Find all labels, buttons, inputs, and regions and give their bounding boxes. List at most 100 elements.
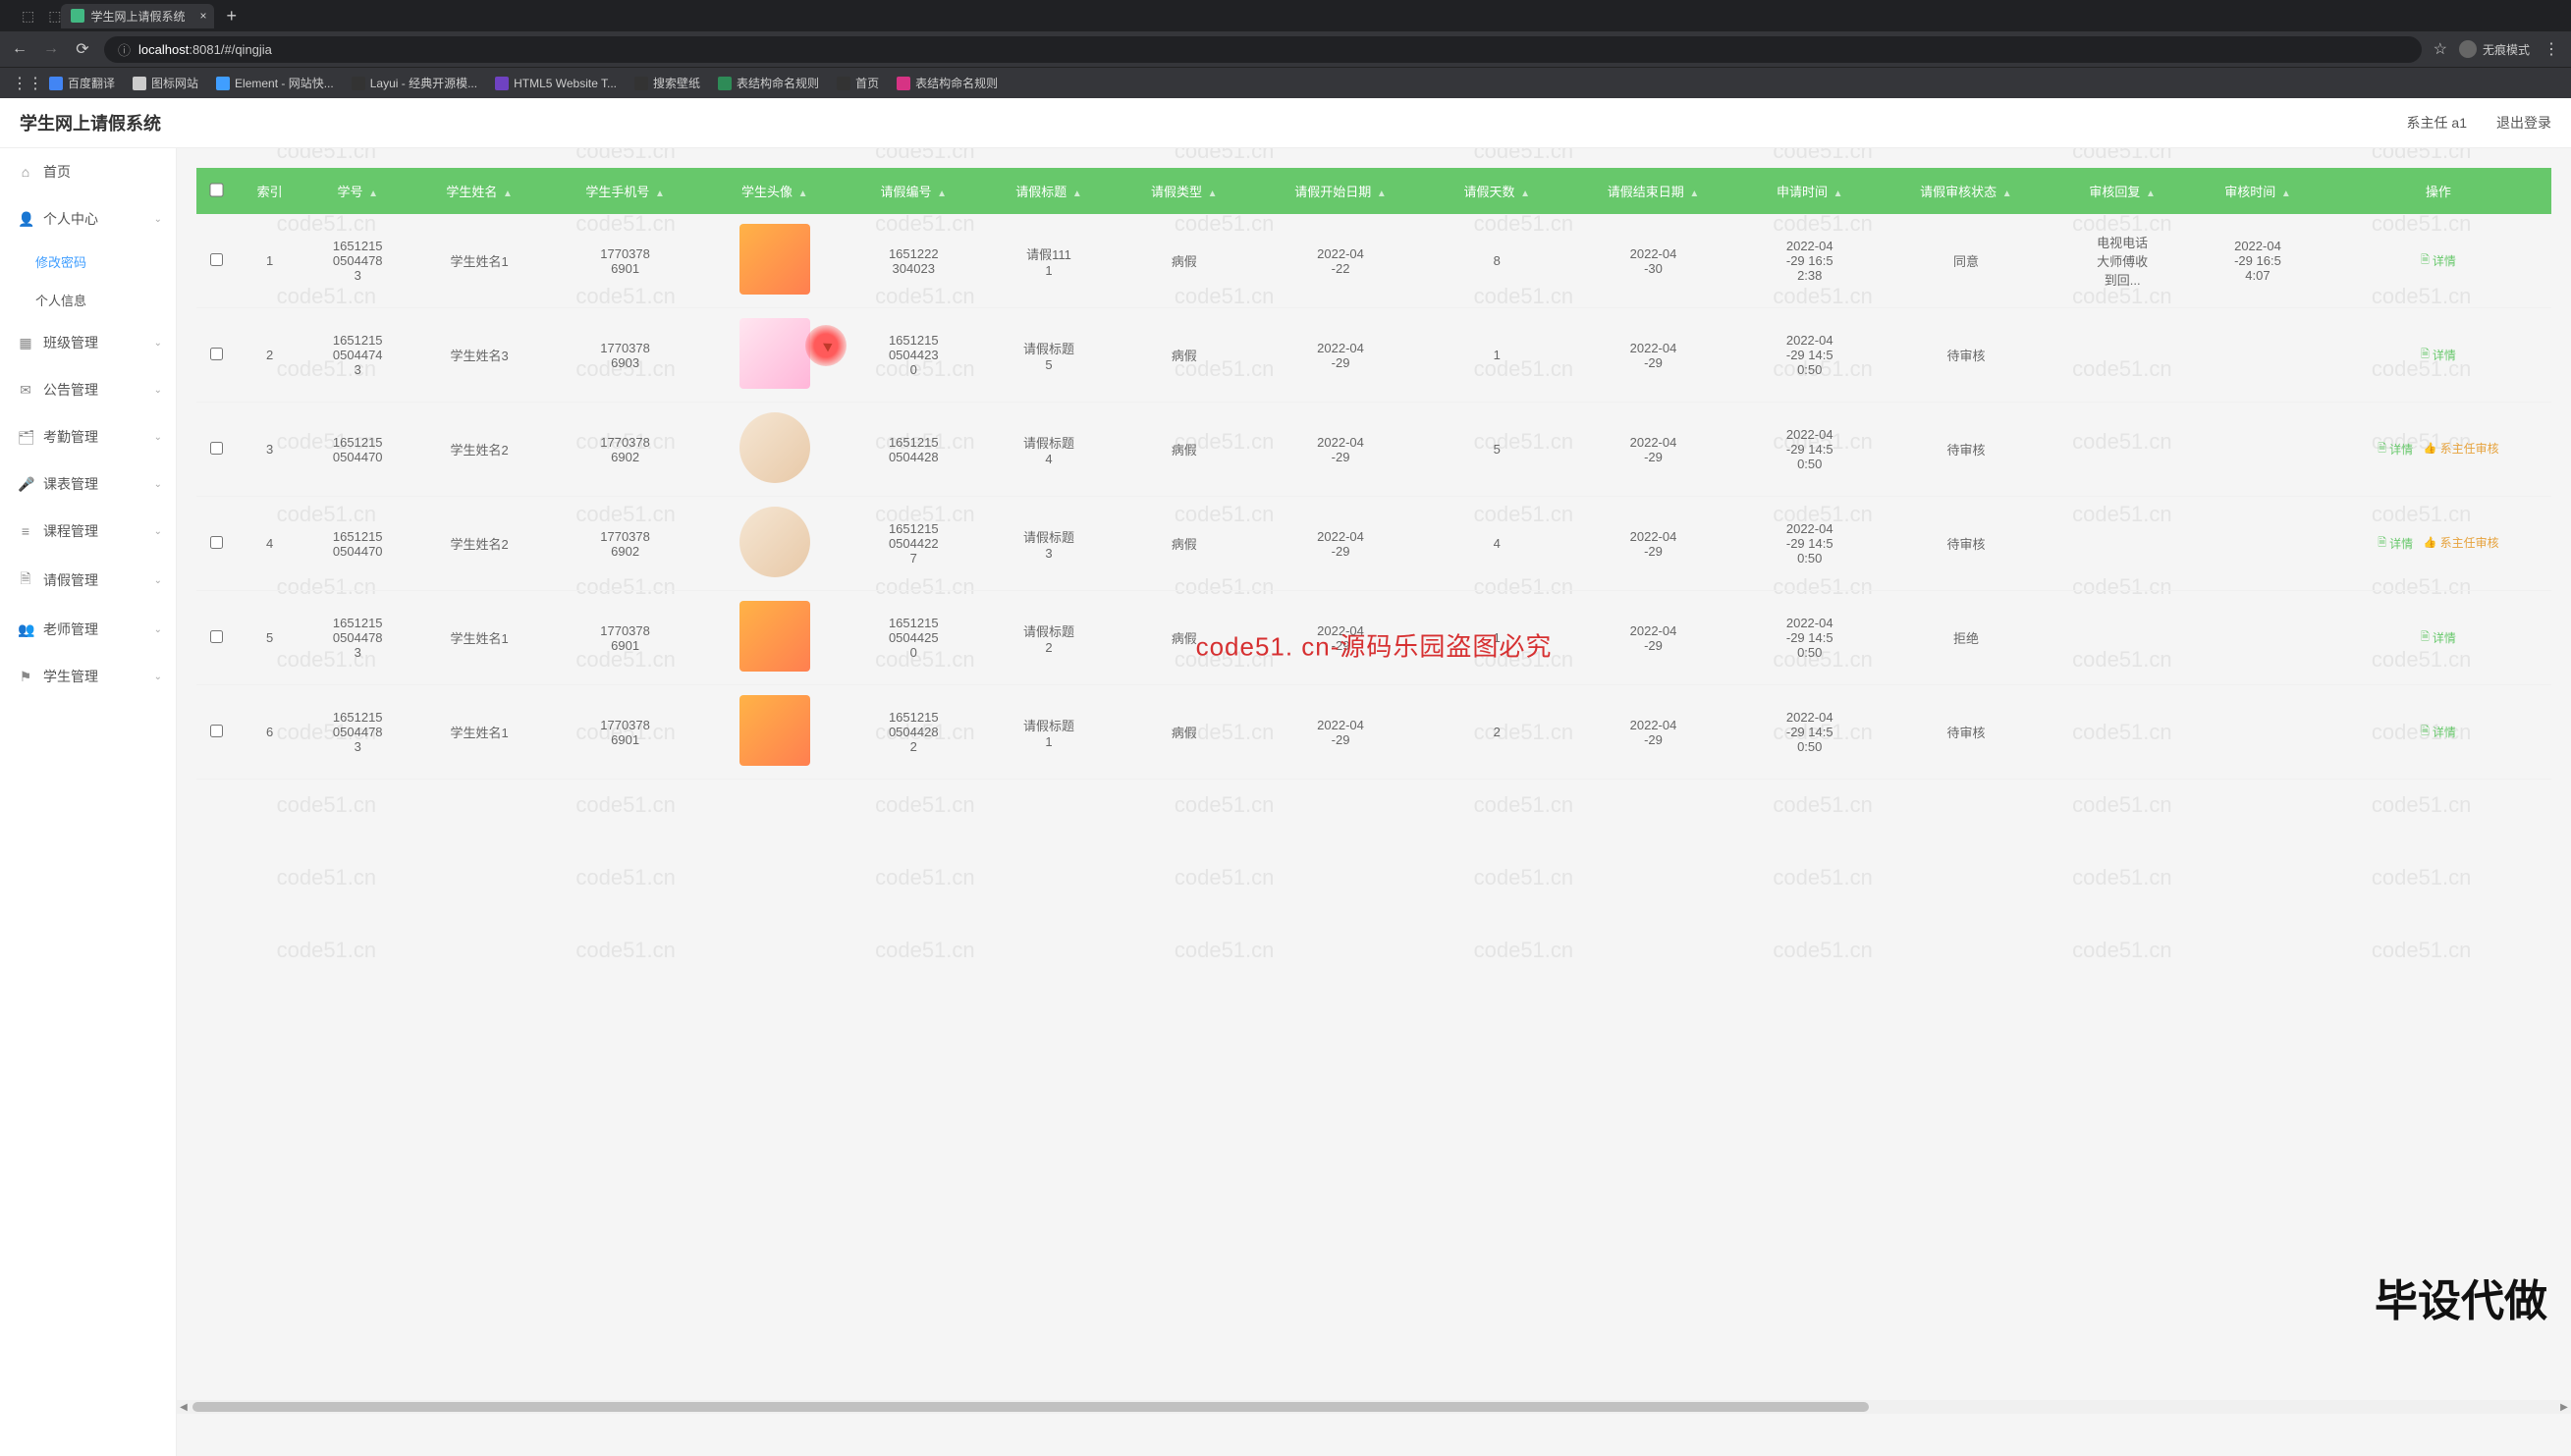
new-tab-button[interactable]: + — [214, 6, 248, 27]
browser-menu-button[interactable]: ⋮ — [2542, 39, 2561, 59]
table-header-cell[interactable]: 请假编号 ▲ — [846, 168, 981, 214]
table-header-cell[interactable]: 申请时间 ▲ — [1742, 168, 1878, 214]
action-详情[interactable]: 🗎详情 — [2421, 628, 2456, 647]
incognito-indicator[interactable]: 无痕模式 — [2459, 40, 2530, 58]
table-header-cell[interactable]: 操作 — [2325, 168, 2551, 214]
bookmark-item[interactable]: HTML5 Website T... — [495, 77, 617, 90]
row-checkbox[interactable] — [210, 253, 223, 266]
table-header-cell[interactable]: 学生手机号 ▲ — [547, 168, 703, 214]
action-icon: 🗎 — [2421, 628, 2430, 647]
url-bar[interactable]: ⓘ localhost:8081/#/qingjia — [104, 36, 2422, 63]
bookmark-item[interactable]: 图标网站 — [133, 75, 198, 91]
action-系主任审核[interactable]: 👍系主任审核 — [2424, 534, 2499, 551]
table-header-cell[interactable] — [196, 168, 236, 214]
sidebar-item[interactable]: 🗎请假管理⌄ — [0, 555, 176, 606]
table-header-cell[interactable]: 请假天数 ▲ — [1429, 168, 1564, 214]
action-详情[interactable]: 🗎详情 — [2378, 534, 2413, 553]
table-header-cell[interactable]: 学号 ▲ — [303, 168, 411, 214]
sort-icon[interactable]: ▲ — [1833, 189, 1843, 199]
bookmark-item[interactable]: 首页 — [837, 75, 879, 91]
scroll-left-icon[interactable]: ◀ — [177, 1402, 191, 1413]
sort-icon[interactable]: ▲ — [655, 189, 665, 199]
sort-icon[interactable]: ▲ — [1208, 189, 1218, 199]
student-avatar[interactable] — [739, 318, 810, 389]
scroll-right-icon[interactable]: ▶ — [2557, 1402, 2571, 1413]
sort-icon[interactable]: ▲ — [368, 189, 378, 199]
sort-icon[interactable]: ▲ — [503, 189, 513, 199]
action-详情[interactable]: 🗎详情 — [2421, 346, 2456, 364]
sidebar-item[interactable]: 👥老师管理⌄ — [0, 606, 176, 653]
sidebar-subitem[interactable]: 修改密码 — [0, 243, 176, 281]
table-cell — [2190, 403, 2325, 497]
table-header-cell[interactable]: 审核时间 ▲ — [2190, 168, 2325, 214]
table-header-cell[interactable]: 审核回复 ▲ — [2054, 168, 2190, 214]
table-header-cell[interactable]: 请假审核状态 ▲ — [1878, 168, 2055, 214]
forward-button[interactable]: → — [41, 40, 61, 58]
close-tab-icon[interactable]: × — [199, 9, 206, 23]
select-all-checkbox[interactable] — [209, 183, 223, 196]
sort-icon[interactable]: ▲ — [937, 189, 947, 199]
sort-icon[interactable]: ▲ — [1377, 189, 1387, 199]
sort-icon[interactable]: ▲ — [1520, 189, 1530, 199]
row-checkbox[interactable] — [210, 725, 223, 737]
sidebar-item[interactable]: ≡课程管理⌄ — [0, 508, 176, 555]
sort-icon[interactable]: ▲ — [2281, 189, 2291, 199]
tab-pin-icon[interactable]: ⬚ — [22, 8, 34, 25]
bookmark-item[interactable]: Element - 网站快... — [216, 75, 334, 91]
bookmark-item[interactable]: 搜索壁纸 — [634, 75, 700, 91]
sidebar-item[interactable]: 🎤课表管理⌄ — [0, 460, 176, 508]
logout-link[interactable]: 退出登录 — [2496, 113, 2551, 133]
row-checkbox[interactable] — [210, 442, 223, 455]
student-avatar[interactable] — [739, 224, 810, 295]
horizontal-scrollbar[interactable]: ◀ ▶ — [177, 1400, 2571, 1414]
sort-icon[interactable]: ▲ — [2002, 189, 2012, 199]
bookmark-star-icon[interactable]: ☆ — [2434, 39, 2447, 59]
browser-tab[interactable]: 学生网上请假系统 × — [61, 4, 214, 28]
table-header-cell[interactable]: 请假类型 ▲ — [1117, 168, 1252, 214]
action-详情[interactable]: 🗎详情 — [2378, 440, 2413, 458]
tab-pin2-icon[interactable]: ⬚ — [48, 8, 61, 25]
sort-icon[interactable]: ▲ — [1072, 189, 1082, 199]
apps-icon[interactable]: ⋮⋮⋮ — [12, 74, 31, 93]
sort-icon[interactable]: ▲ — [1689, 189, 1699, 199]
sort-icon[interactable]: ▲ — [2146, 189, 2156, 199]
action-系主任审核[interactable]: 👍系主任审核 — [2424, 440, 2499, 457]
bookmark-item[interactable]: Layui - 经典开源模... — [352, 75, 477, 91]
sidebar-item[interactable]: 🗂考勤管理⌄ — [0, 413, 176, 460]
row-checkbox[interactable] — [210, 536, 223, 549]
scrollbar-thumb[interactable] — [192, 1402, 1869, 1412]
sidebar-item[interactable]: 👤个人中心⌄ — [0, 195, 176, 243]
table-header-cell[interactable]: 请假结束日期 ▲ — [1564, 168, 1742, 214]
student-avatar[interactable] — [739, 695, 810, 766]
bookmark-item[interactable]: 表结构命名规则 — [897, 75, 998, 91]
student-avatar[interactable] — [739, 412, 810, 483]
row-checkbox[interactable] — [210, 348, 223, 360]
action-详情[interactable]: 🗎详情 — [2421, 723, 2456, 741]
table-header: 索引学号 ▲学生姓名 ▲学生手机号 ▲学生头像 ▲请假编号 ▲请假标题 ▲请假类… — [196, 168, 2551, 214]
sort-icon[interactable]: ▲ — [798, 189, 808, 199]
student-avatar[interactable] — [739, 601, 810, 672]
table-cell — [703, 403, 846, 497]
table-cell: 学生姓名3 — [411, 308, 547, 403]
reload-button[interactable]: ⟳ — [73, 39, 92, 59]
sidebar-item[interactable]: ⌂首页 — [0, 148, 176, 195]
table-header-cell[interactable]: 学生姓名 ▲ — [411, 168, 547, 214]
bookmark-item[interactable]: 百度翻译 — [49, 75, 115, 91]
row-checkbox[interactable] — [210, 630, 223, 643]
table-header-cell[interactable]: 学生头像 ▲ — [703, 168, 846, 214]
sidebar-item[interactable]: ▦班级管理⌄ — [0, 319, 176, 366]
table-header-cell[interactable]: 索引 — [236, 168, 303, 214]
table-cell — [196, 403, 236, 497]
user-role-label[interactable]: 系主任 a1 — [2407, 113, 2467, 133]
table-header-cell[interactable]: 请假开始日期 ▲ — [1252, 168, 1430, 214]
back-button[interactable]: ← — [10, 40, 29, 58]
corner-promo-text: 毕设代做 — [2375, 1266, 2547, 1328]
table-header-cell[interactable]: 请假标题 ▲ — [981, 168, 1117, 214]
sidebar-item[interactable]: ⚑学生管理⌄ — [0, 653, 176, 700]
action-详情[interactable]: 🗎详情 — [2421, 251, 2456, 270]
bookmark-item[interactable]: 表结构命名规则 — [718, 75, 819, 91]
student-avatar[interactable] — [739, 507, 810, 577]
sidebar-subitem[interactable]: 个人信息 — [0, 281, 176, 319]
sidebar-item[interactable]: ✉公告管理⌄ — [0, 366, 176, 413]
site-info-icon[interactable]: ⓘ — [118, 40, 131, 59]
